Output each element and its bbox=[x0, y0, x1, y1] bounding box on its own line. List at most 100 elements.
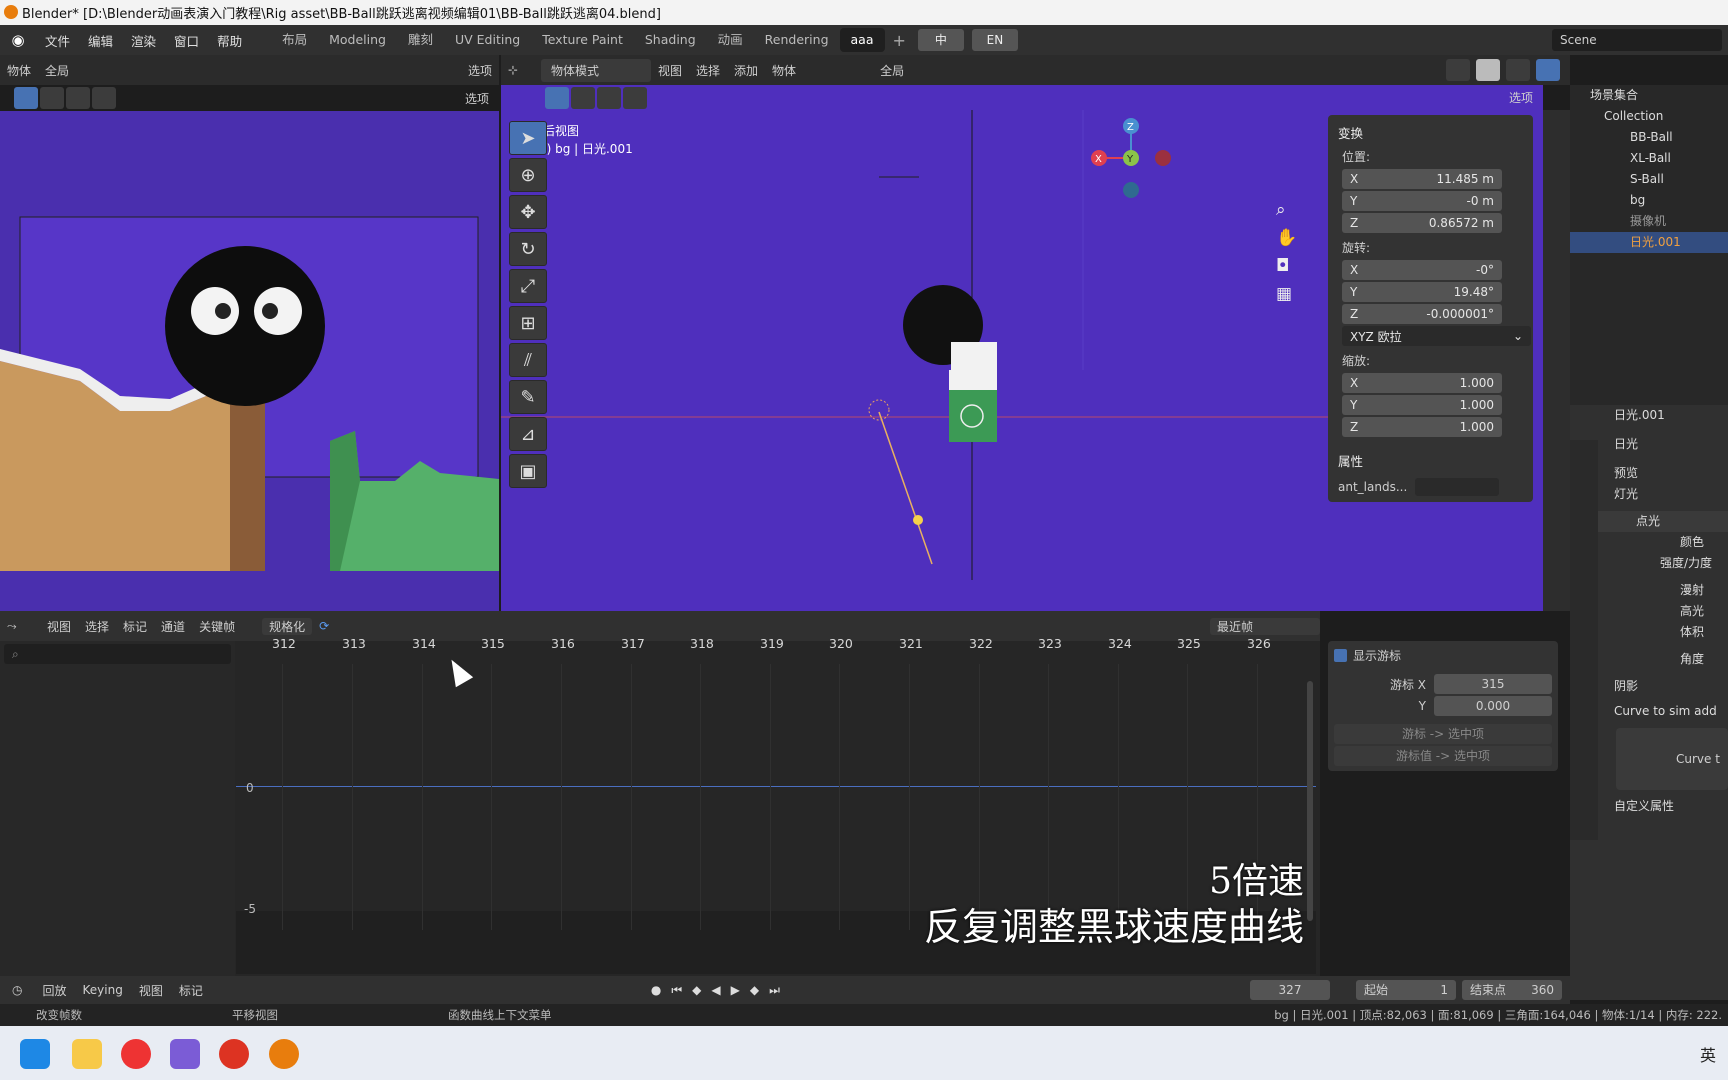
snap-dropdown[interactable]: 最近帧 bbox=[1210, 617, 1320, 635]
rotate-tool-icon[interactable]: ↻ bbox=[509, 232, 547, 266]
cursor-tool-icon[interactable]: ⊕ bbox=[509, 158, 547, 192]
graph-menu-select[interactable]: 选择 bbox=[78, 618, 116, 635]
graph-menu-key[interactable]: 关键帧 bbox=[192, 618, 242, 635]
menu-edit[interactable]: 编辑 bbox=[79, 31, 122, 50]
sidebar-tabs[interactable] bbox=[1543, 110, 1570, 611]
next-key-icon[interactable]: ◆ bbox=[750, 983, 759, 998]
show-cursor-checkbox[interactable] bbox=[1334, 649, 1347, 662]
rotation-mode-dropdown[interactable]: XYZ 欧拉 ⌄ bbox=[1342, 326, 1531, 346]
menu-file[interactable]: 文件 bbox=[36, 31, 79, 50]
graph-menu-channel[interactable]: 通道 bbox=[154, 618, 192, 635]
ime-chinese-button[interactable]: 中 bbox=[917, 29, 964, 51]
grid-icon[interactable]: ▦ bbox=[1276, 284, 1297, 304]
input-language-indicator[interactable]: 英 bbox=[1700, 1042, 1716, 1066]
jump-end-icon[interactable]: ⏭ bbox=[769, 983, 780, 998]
left-options-dropdown[interactable]: 选项 bbox=[461, 62, 499, 79]
curve-button[interactable]: Curve t bbox=[1616, 728, 1728, 790]
tab-animation[interactable]: 动画 bbox=[707, 28, 754, 52]
blender-taskbar-icon[interactable] bbox=[269, 1039, 299, 1069]
graph-editor-type-icon[interactable]: ⤳ bbox=[0, 619, 40, 634]
tab-uv-editing[interactable]: UV Editing bbox=[444, 28, 531, 52]
ime-english-button[interactable]: EN bbox=[971, 29, 1018, 51]
outliner-item-sun[interactable]: 日光.001 bbox=[1570, 232, 1728, 253]
vp-options-dropdown[interactable]: 选项 bbox=[1502, 89, 1543, 106]
tab-rendering[interactable]: Rendering bbox=[754, 28, 840, 52]
outliner-item-bg[interactable]: bg bbox=[1570, 190, 1728, 211]
auto-normalize-icon[interactable]: ⟳ bbox=[312, 619, 336, 633]
start-frame-field[interactable]: 起始 1 bbox=[1356, 980, 1456, 1000]
editor-type-icon[interactable]: ⊹ bbox=[501, 63, 541, 77]
annotate-line-tool-icon[interactable]: ⫽ bbox=[509, 343, 547, 377]
file-explorer-icon[interactable] bbox=[72, 1039, 102, 1069]
select-mode-extend-icon[interactable] bbox=[66, 87, 90, 109]
select-mode-new-icon[interactable] bbox=[40, 87, 64, 109]
outliner-item-xl-ball[interactable]: XL-Ball bbox=[1570, 148, 1728, 169]
left-mode-label[interactable]: 物体 bbox=[0, 62, 38, 79]
rotation-z-field[interactable]: Z -0.000001° bbox=[1342, 304, 1502, 324]
outliner-item-s-ball[interactable]: S-Ball bbox=[1570, 169, 1728, 190]
scale-x-field[interactable]: X 1.000 bbox=[1342, 373, 1502, 393]
channel-search-input[interactable]: ⌕ bbox=[4, 644, 231, 664]
app-icon[interactable] bbox=[170, 1039, 200, 1069]
solid-shading-icon[interactable] bbox=[1476, 59, 1500, 81]
pan-hand-icon[interactable]: ✋ bbox=[1276, 228, 1297, 248]
playback-dropdown[interactable]: 回放 bbox=[34, 982, 74, 999]
add-workspace-icon[interactable]: + bbox=[885, 31, 914, 50]
timeline-marker-menu[interactable]: 标记 bbox=[171, 982, 211, 999]
transform-tool-icon[interactable]: ⊞ bbox=[509, 306, 547, 340]
menu-help[interactable]: 帮助 bbox=[208, 31, 251, 50]
navigation-gizmo[interactable]: Z X Y bbox=[1091, 118, 1171, 198]
collection-item[interactable]: Collection bbox=[1570, 106, 1728, 127]
current-frame-field[interactable]: 327 bbox=[1250, 980, 1330, 1000]
rotation-x-field[interactable]: X -0° bbox=[1342, 260, 1502, 280]
left-orient-dropdown[interactable]: 全局 bbox=[38, 62, 76, 79]
vp-menu-select[interactable]: 选择 bbox=[689, 62, 727, 79]
menu-window[interactable]: 窗口 bbox=[165, 31, 208, 50]
normalize-toggle[interactable]: 规格化 bbox=[262, 617, 313, 635]
graph-menu-view[interactable]: 视图 bbox=[40, 618, 78, 635]
camera-options-dropdown[interactable]: 选项 bbox=[458, 90, 499, 107]
timeline-editor-icon[interactable]: ◷ bbox=[0, 983, 34, 997]
vp-select-box-icon[interactable] bbox=[545, 86, 569, 109]
vp-menu-object[interactable]: 物体 bbox=[765, 62, 803, 79]
tab-sculpt[interactable]: 雕刻 bbox=[397, 28, 444, 52]
vp-menu-add[interactable]: 添加 bbox=[727, 62, 765, 79]
vp-select-subtract-icon[interactable] bbox=[623, 86, 647, 109]
scene-collection[interactable]: 场景集合 bbox=[1570, 85, 1728, 106]
scene-selector[interactable]: Scene bbox=[1552, 29, 1722, 51]
graph-vertical-scrollbar[interactable] bbox=[1307, 681, 1313, 921]
prev-key-icon[interactable]: ◆ bbox=[692, 983, 701, 998]
start-menu-icon[interactable] bbox=[20, 1039, 50, 1069]
location-z-field[interactable]: Z 0.86572 m bbox=[1342, 213, 1502, 233]
measure-tool-icon[interactable]: ⊿ bbox=[509, 417, 547, 451]
rendered-shading-icon[interactable] bbox=[1536, 59, 1560, 81]
graph-menu-marker[interactable]: 标记 bbox=[116, 618, 154, 635]
camera-view[interactable] bbox=[0, 111, 499, 611]
location-x-field[interactable]: X 11.485 m bbox=[1342, 169, 1502, 189]
cursor-x-field[interactable]: 315 bbox=[1434, 674, 1552, 694]
mode-dropdown[interactable]: 物体模式 bbox=[541, 58, 651, 82]
keying-dropdown[interactable]: Keying bbox=[75, 983, 131, 997]
menu-render[interactable]: 渲染 bbox=[122, 31, 165, 50]
transform-panel-title[interactable]: 变换 bbox=[1338, 123, 1527, 142]
tab-shading[interactable]: Shading bbox=[634, 28, 707, 52]
end-frame-field[interactable]: 结束点 360 bbox=[1462, 980, 1562, 1000]
vp-select-new-icon[interactable] bbox=[571, 86, 595, 109]
timeline-view-menu[interactable]: 视图 bbox=[131, 982, 171, 999]
outliner-item-bb-ball[interactable]: BB-Ball bbox=[1570, 127, 1728, 148]
record-icon[interactable]: ● bbox=[651, 983, 661, 998]
properties-panel-title[interactable]: 属性 bbox=[1338, 451, 1527, 470]
annotate-tool-icon[interactable]: ✎ bbox=[509, 380, 547, 414]
add-cube-tool-icon[interactable]: ▣ bbox=[509, 454, 547, 488]
zoom-icon[interactable]: ⌕ bbox=[1276, 200, 1297, 220]
tab-aaa[interactable]: aaa bbox=[839, 28, 885, 52]
material-shading-icon[interactable] bbox=[1506, 59, 1530, 81]
channel-list[interactable]: ⌕ bbox=[0, 641, 235, 976]
vp-menu-view[interactable]: 视图 bbox=[651, 62, 689, 79]
scale-z-field[interactable]: Z 1.000 bbox=[1342, 417, 1502, 437]
rotation-y-field[interactable]: Y 19.48° bbox=[1342, 282, 1502, 302]
camera-icon[interactable]: ◘ bbox=[1276, 256, 1297, 276]
cursor-value-to-selected-button[interactable]: 游标值 -> 选中项 bbox=[1334, 746, 1552, 766]
select-box-icon[interactable] bbox=[14, 87, 38, 109]
vp-orient-dropdown[interactable]: 全局 bbox=[873, 62, 911, 79]
